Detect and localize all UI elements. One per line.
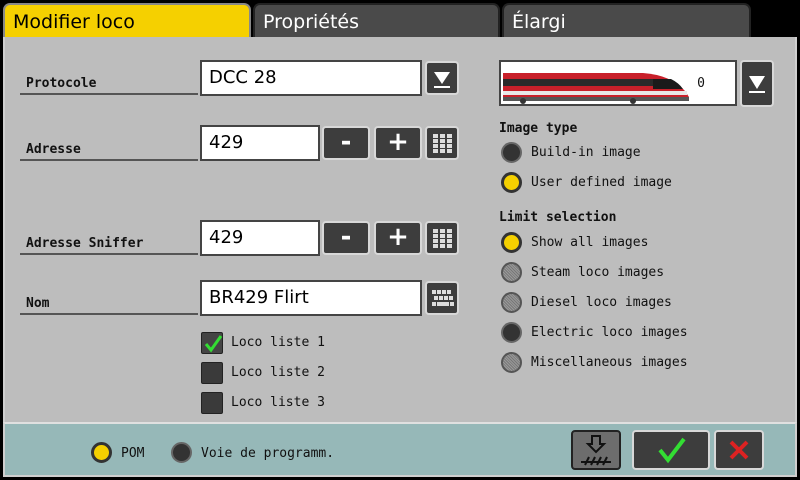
adresse-input[interactable]: 429 — [200, 125, 320, 161]
screen: Modifier loco Propriétés Élargi Protocol… — [0, 0, 800, 480]
adresse-label: Adresse — [20, 142, 198, 161]
adresse-keypad-button[interactable] — [425, 126, 459, 160]
voie-de-programm-radio[interactable] — [171, 442, 192, 463]
loco-image-selector[interactable]: 0 — [499, 60, 737, 106]
electric-loco-images-label: Electric loco images — [531, 325, 688, 340]
show-all-images-radio[interactable] — [501, 232, 522, 253]
loco-liste-3-label: Loco liste 3 — [231, 395, 325, 410]
build-in-image-radio[interactable] — [501, 142, 522, 163]
adresse-sniffer-label: Adresse Sniffer — [20, 236, 198, 255]
protocole-label: Protocole — [20, 76, 198, 95]
adresse-sniffer-minus-button[interactable]: - — [322, 221, 370, 255]
miscellaneous-images-label: Miscellaneous images — [531, 355, 688, 370]
adresse-sniffer-input[interactable]: 429 — [200, 220, 320, 256]
electric-loco-images-radio[interactable] — [501, 322, 522, 343]
voie-de-programm-label: Voie de programm. — [201, 446, 335, 461]
loco-liste-2-label: Loco liste 2 — [231, 365, 325, 380]
keyboard-icon — [432, 290, 454, 306]
loco-image — [503, 73, 689, 104]
keypad-icon — [433, 229, 452, 248]
adresse-sniffer-keypad-button[interactable] — [425, 221, 459, 255]
cancel-button[interactable] — [714, 430, 764, 470]
protocole-dropdown-button[interactable] — [425, 61, 459, 95]
adresse-minus-button[interactable]: - — [322, 126, 370, 160]
show-all-images-label: Show all images — [531, 235, 649, 250]
user-defined-image-radio[interactable] — [501, 172, 522, 193]
image-type-title: Image type — [499, 121, 578, 136]
loco-liste-2-checkbox[interactable] — [201, 362, 223, 384]
loco-image-dropdown-button[interactable] — [740, 60, 774, 107]
protocole-select[interactable]: DCC 28 — [200, 60, 422, 96]
program-track-icon — [581, 435, 611, 466]
nom-keyboard-button[interactable] — [425, 281, 459, 315]
tab-elargi[interactable]: Élargi — [502, 3, 751, 38]
loco-liste-3-checkbox[interactable] — [201, 392, 223, 414]
tab-proprietes[interactable]: Propriétés — [253, 3, 500, 38]
build-in-image-label: Build-in image — [531, 145, 641, 160]
steam-loco-images-radio[interactable] — [501, 262, 522, 283]
chevron-down-icon — [749, 76, 765, 93]
loco-image-number: 0 — [697, 76, 705, 91]
steam-loco-images-label: Steam loco images — [531, 265, 665, 280]
adresse-plus-button[interactable]: + — [374, 126, 422, 160]
nom-input[interactable]: BR429 Flirt — [200, 280, 422, 316]
chevron-down-icon — [434, 72, 450, 88]
write-to-track-button[interactable] — [571, 430, 621, 470]
close-icon — [729, 440, 749, 460]
checkmark-icon — [658, 437, 686, 464]
loco-liste-1-checkbox[interactable] — [201, 332, 223, 354]
checkmark-icon — [204, 335, 223, 353]
miscellaneous-images-radio[interactable] — [501, 352, 522, 373]
adresse-sniffer-plus-button[interactable]: + — [374, 221, 422, 255]
diesel-loco-images-label: Diesel loco images — [531, 295, 672, 310]
confirm-button[interactable] — [632, 430, 710, 470]
keypad-icon — [433, 134, 452, 153]
diesel-loco-images-radio[interactable] — [501, 292, 522, 313]
pom-radio[interactable] — [91, 442, 112, 463]
tab-modifier-loco[interactable]: Modifier loco — [3, 3, 251, 38]
loco-liste-1-label: Loco liste 1 — [231, 335, 325, 350]
limit-selection-title: Limit selection — [499, 210, 617, 225]
user-defined-image-label: User defined image — [531, 175, 672, 190]
nom-label: Nom — [20, 296, 198, 315]
pom-label: POM — [121, 446, 145, 461]
